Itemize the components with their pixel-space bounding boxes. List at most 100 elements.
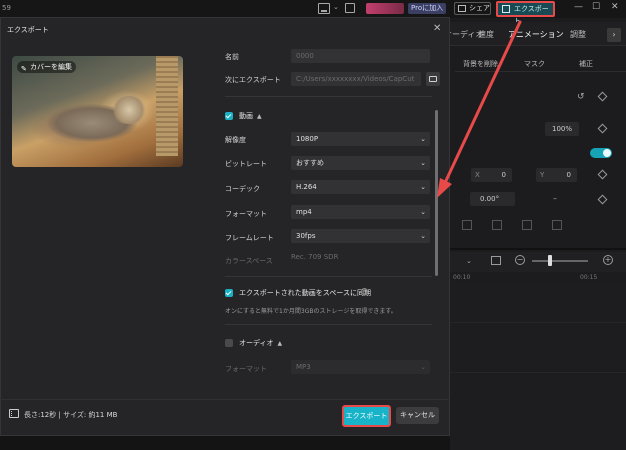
zoom-out-icon[interactable]: − [515, 255, 525, 265]
position-y-input[interactable]: Y0 [536, 168, 577, 182]
resolution-value: 1080P [296, 135, 319, 143]
codec-select[interactable]: H.264 ⌄ [291, 180, 430, 194]
share-icon [458, 5, 466, 12]
footer-divider [0, 399, 450, 400]
track-line [450, 372, 626, 373]
duration-size-info: 長さ:12秒 | サイズ: 約11 MB [24, 411, 118, 419]
y-value: 0 [566, 171, 571, 179]
export-icon [502, 5, 510, 13]
rotation-input[interactable]: 0.00° [470, 192, 515, 206]
color-space-label: カラースペース [225, 257, 273, 265]
codec-label: コーデック [225, 185, 260, 193]
chevron-down-icon: ⌄ [420, 135, 426, 143]
audio-format-value: MP3 [296, 363, 311, 371]
sync-space-checkbox[interactable] [225, 289, 233, 297]
keyframe-icon[interactable] [597, 123, 608, 134]
audio-format-label: フォーマット [225, 365, 267, 373]
caret-up-icon: ▲ [277, 340, 283, 347]
timeline-toolbar [450, 252, 626, 272]
tabs-scroll-right-icon[interactable]: › [607, 28, 621, 42]
bitrate-select[interactable]: おすすめ ⌄ [291, 156, 430, 170]
monitor-icon[interactable] [318, 3, 330, 14]
name-input[interactable]: 0000 [291, 49, 430, 63]
zoom-in-icon[interactable]: + [603, 255, 613, 265]
format-value: mp4 [296, 208, 312, 216]
layout-icon[interactable] [345, 3, 355, 13]
zoom-slider-handle[interactable] [548, 255, 552, 266]
format-label: フォーマット [225, 210, 267, 218]
edit-cover-label: カバーを編集 [30, 63, 72, 71]
divider [225, 324, 432, 325]
chevron-down-icon: ⌄ [420, 159, 426, 167]
pencil-icon: ✎ [21, 65, 27, 73]
cancel-button[interactable]: キャンセル [396, 407, 439, 424]
subtab-remove-bg[interactable]: 背景を削除 [463, 59, 498, 69]
pro-badge[interactable]: Proに加入 [408, 3, 447, 14]
resolution-select[interactable]: 1080P ⌄ [291, 132, 430, 146]
uniform-scale-toggle[interactable] [590, 148, 612, 158]
tab-adjust[interactable]: 調整 [570, 29, 586, 40]
color-space-value: Rec. 709 SDR [291, 253, 339, 261]
dialog-close-icon[interactable]: ✕ [433, 23, 441, 34]
x-label: X [475, 171, 480, 179]
align-left-icon[interactable] [462, 220, 472, 230]
bitrate-value: おすすめ [296, 159, 324, 167]
top-export-button[interactable]: エクスポート [496, 1, 555, 25]
cover-thumbnail[interactable]: ✎ カバーを編集 [12, 56, 183, 167]
divider [225, 276, 432, 277]
caret-up-icon: ▲ [257, 113, 262, 120]
chevron-down-icon[interactable]: ⌄ [333, 3, 339, 11]
subtab-mask[interactable]: マスク [524, 59, 545, 69]
scale-input[interactable]: 100% [545, 122, 579, 136]
minimize-icon[interactable]: — [574, 2, 583, 12]
audio-section-text: オーディオ [239, 339, 274, 347]
close-icon[interactable]: ✕ [611, 2, 619, 12]
sync-space-label[interactable]: エクスポートされた動画をスペースに同期 [239, 288, 371, 298]
format-select[interactable]: mp4 ⌄ [291, 205, 430, 219]
export-path-input[interactable]: C:/Users/xxxxxxxx/Videos/CapCut [291, 72, 421, 86]
cat-tower [156, 56, 178, 156]
timeline-time: 00:15 [580, 274, 598, 281]
keyframe-icon[interactable] [597, 194, 608, 205]
video-section-label[interactable]: 動画 ▲ [239, 111, 262, 121]
keyframe-icon[interactable] [597, 91, 608, 102]
position-x-input[interactable]: X0 [471, 168, 512, 182]
framerate-value: 30fps [296, 232, 316, 240]
zoom-slider[interactable] [532, 260, 588, 262]
folder-button[interactable] [426, 72, 440, 86]
audio-section-label[interactable]: オーディオ ▲ [239, 338, 282, 348]
preview-axis-icon[interactable] [491, 256, 501, 265]
panel-divider [450, 248, 626, 250]
avatar[interactable] [366, 3, 404, 14]
audio-checkbox[interactable] [225, 339, 233, 347]
export-to-label: 次にエクスポート [225, 76, 281, 84]
export-button[interactable]: エクスポート [342, 405, 391, 427]
align-top-icon[interactable] [552, 220, 562, 230]
timeline-time: 00:10 [453, 274, 471, 281]
tab-speed[interactable]: 速度 [478, 29, 494, 40]
chevron-down-icon[interactable]: ⌄ [466, 257, 472, 265]
align-center-icon[interactable] [492, 220, 502, 230]
sync-note: オンにすると無料で1か月間3GBのストレージを取得できます。 [225, 308, 397, 315]
keyframe-icon[interactable] [597, 169, 608, 180]
tab-animation[interactable]: アニメーション [508, 29, 564, 40]
maximize-icon[interactable]: ☐ [592, 2, 600, 12]
video-checkbox[interactable] [225, 112, 233, 120]
video-section-text: 動画 [239, 112, 253, 120]
audio-format-select[interactable]: MP3 ⌄ [291, 360, 430, 374]
divider [225, 96, 432, 97]
edit-cover-button[interactable]: ✎ カバーを編集 [17, 61, 76, 73]
framerate-select[interactable]: 30fps ⌄ [291, 229, 430, 243]
y-label: Y [540, 171, 545, 179]
subtab-correction[interactable]: 補正 [579, 59, 593, 69]
info-icon[interactable]: i [361, 288, 368, 295]
timeline-area[interactable] [450, 282, 626, 450]
framerate-label: フレームレート [225, 234, 274, 242]
reset-icon[interactable]: ↺ [577, 92, 585, 102]
share-button[interactable]: シェア [454, 2, 491, 15]
dialog-scrollbar[interactable] [435, 110, 438, 276]
resolution-label: 解像度 [225, 136, 246, 144]
rotation-dash: – [553, 194, 557, 203]
name-label: 名前 [225, 53, 239, 61]
align-right-icon[interactable] [522, 220, 532, 230]
